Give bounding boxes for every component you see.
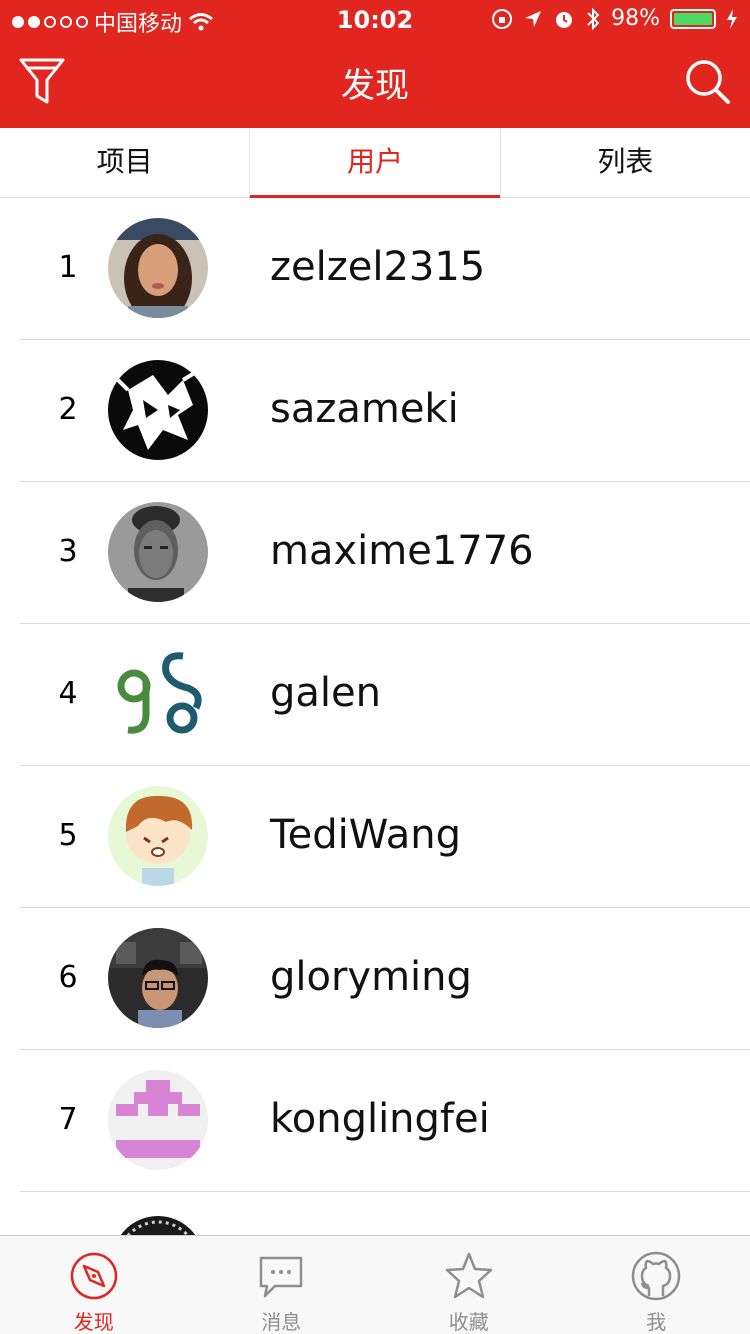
username: konglingfei [270,1096,490,1142]
list-item[interactable]: 1 zelzel2315 [0,198,750,340]
username: sazameki [270,386,459,432]
list-item[interactable]: 3 maxime1776 [0,482,750,624]
tab-lists[interactable]: 列表 [499,128,750,197]
battery-percent: 98% [611,6,660,31]
status-bar: 中国移动 10:02 98% [0,0,750,40]
avatar [108,360,208,460]
rank-number: 6 [58,960,78,995]
tab-label: 收藏 [448,1310,489,1334]
location-icon [525,10,542,27]
page-title: 发现 [341,66,409,106]
username: TediWang [270,812,461,858]
rank-number: 2 [58,392,78,427]
rank-number: 3 [58,534,78,569]
list-item[interactable]: 4 galen [0,624,750,766]
avatar [108,218,208,318]
username: zelzel2315 [270,244,486,290]
search-icon[interactable] [684,56,732,108]
tab-me[interactable]: 我 [563,1236,750,1334]
list-item[interactable]: 7 konglingfei [0,1050,750,1192]
bottom-tab-bar: 发现 消息 收藏 我 [0,1235,750,1334]
header: 中国移动 10:02 98% 发现 [0,0,750,128]
alarm-icon [556,11,573,28]
user-list: 1 zelzel2315 2 sazameki 3 maxime1776 4 g… [0,198,750,1235]
username: gloryming [270,954,472,1000]
tab-messages[interactable]: 消息 [188,1236,376,1334]
rotation-lock-icon [492,8,513,29]
avatar [108,502,208,602]
list-item[interactable]: 6 gloryming [0,908,750,1050]
tab-users[interactable]: 用户 [249,128,500,198]
avatar [108,644,208,744]
list-item[interactable]: 5 TediWang [0,766,750,908]
rank-number: 7 [58,1102,78,1137]
avatar [108,1070,208,1170]
status-right: 98% [491,6,738,31]
chat-icon [260,1256,303,1298]
list-item[interactable] [0,1192,750,1235]
github-icon [632,1251,681,1301]
bluetooth-icon [587,7,600,30]
avatar [108,1212,208,1235]
tab-label: 我 [646,1310,667,1334]
tab-label: 消息 [261,1310,302,1334]
compass-icon [70,1252,117,1300]
tab-projects[interactable]: 项目 [0,128,249,197]
rank-number: 4 [58,676,78,711]
username: galen [270,670,381,716]
rank-number: 1 [58,250,78,285]
avatar [108,786,208,886]
nav-bar: 发现 [0,40,750,128]
tab-discover[interactable]: 发现 [0,1236,188,1334]
list-item[interactable]: 2 sazameki [0,340,750,482]
segmented-tabs: 项目 用户 列表 [0,128,750,198]
avatar [108,928,208,1028]
tab-favorites[interactable]: 收藏 [375,1236,563,1334]
charging-icon [727,8,737,29]
battery-icon [670,8,716,29]
star-icon [445,1252,492,1299]
username: maxime1776 [270,528,534,574]
rank-number: 5 [58,818,78,853]
tab-label: 发现 [73,1310,114,1334]
